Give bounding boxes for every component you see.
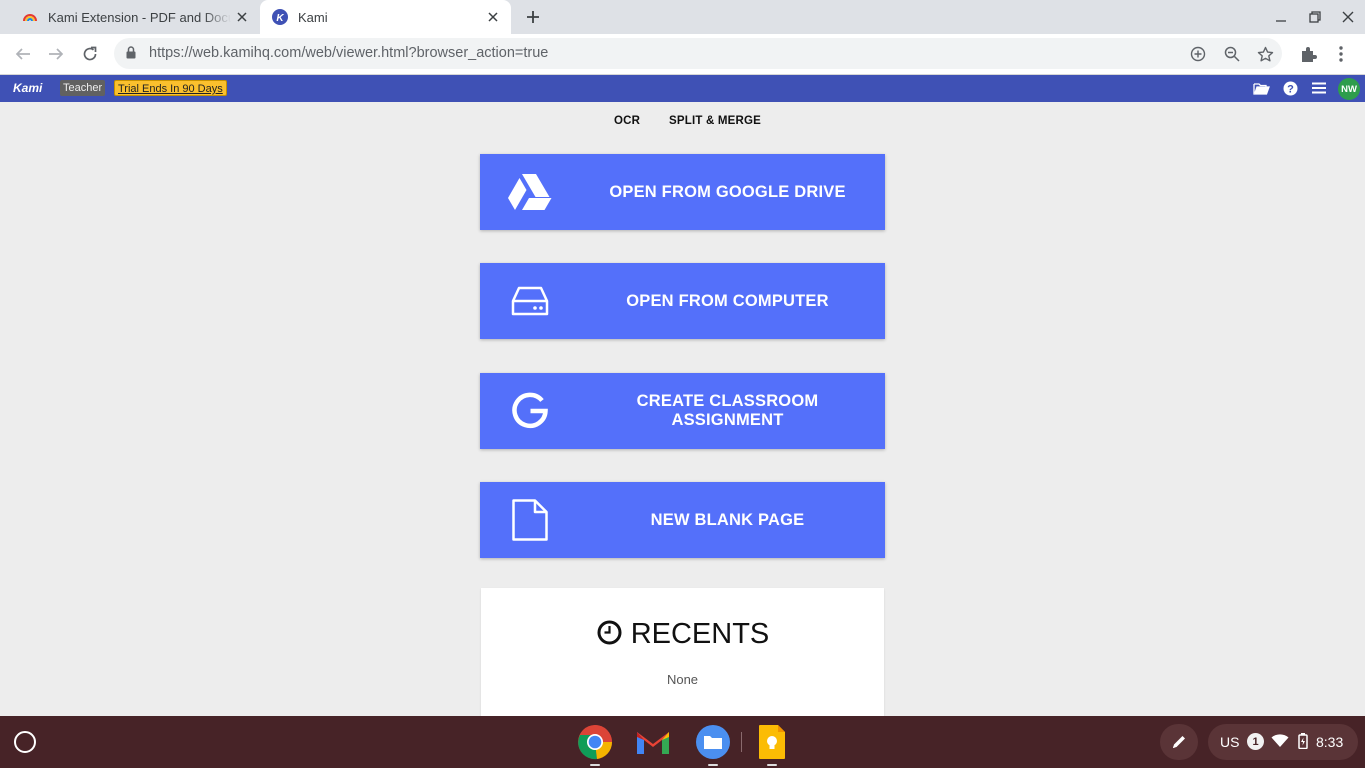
recents-empty-text: None xyxy=(666,672,699,687)
button-label: OPEN FROM GOOGLE DRIVE xyxy=(609,182,846,201)
clock-icon xyxy=(596,619,623,651)
button-label: NEW BLANK PAGE xyxy=(650,510,805,529)
browser-tab-strip: Kami Extension - PDF and Document Annota… xyxy=(0,0,1365,34)
kami-logo[interactable]: Kami xyxy=(13,81,42,95)
battery-icon xyxy=(1298,733,1308,752)
hamburger-menu-icon[interactable] xyxy=(1310,79,1328,97)
tab-kami[interactable]: K Kami xyxy=(260,0,511,34)
notification-count-badge: 1 xyxy=(1247,733,1264,750)
open-from-google-drive-button[interactable]: OPEN FROM GOOGLE DRIVE xyxy=(480,154,885,230)
svg-text:?: ? xyxy=(1287,83,1294,95)
shelf-divider xyxy=(741,732,742,752)
folder-open-icon[interactable] xyxy=(1252,79,1270,97)
running-indicator xyxy=(767,764,777,766)
clock-time: 8:33 xyxy=(1316,734,1344,750)
kami-k-icon: K xyxy=(272,9,288,25)
launcher-icon[interactable] xyxy=(14,731,36,753)
gmail-icon[interactable] xyxy=(635,724,671,760)
google-g-icon xyxy=(508,390,552,432)
forward-icon[interactable] xyxy=(45,43,67,65)
bookmark-star-icon[interactable] xyxy=(1256,45,1274,63)
tab-kami-extension[interactable]: Kami Extension - PDF and Document Annota… xyxy=(10,0,260,34)
input-method: US xyxy=(1220,734,1240,750)
address-bar[interactable]: https://web.kamihq.com/web/viewer.html?b… xyxy=(114,38,1282,69)
new-blank-page-button[interactable]: NEW BLANK PAGE xyxy=(480,482,885,558)
zoom-out-icon[interactable] xyxy=(1223,45,1241,63)
tab-title: Kami xyxy=(298,9,328,25)
minimize-icon[interactable] xyxy=(1272,8,1290,26)
recents-panel: RECENTS None xyxy=(481,588,884,728)
recents-title: RECENTS xyxy=(630,618,770,650)
back-icon[interactable] xyxy=(12,43,34,65)
button-label: OPEN FROM COMPUTER xyxy=(626,291,829,310)
keep-icon[interactable] xyxy=(754,724,790,766)
restore-icon[interactable] xyxy=(1306,8,1324,26)
ocr-link[interactable]: OCR xyxy=(614,115,640,127)
kami-header: Kami Teacher Trial Ends In 90 Days ? NW xyxy=(0,75,1365,102)
kami-rainbow-icon xyxy=(22,9,38,25)
files-icon[interactable] xyxy=(695,724,731,766)
browser-toolbar: https://web.kamihq.com/web/viewer.html?b… xyxy=(0,34,1365,75)
recents-header: RECENTS xyxy=(481,618,884,651)
close-window-icon[interactable] xyxy=(1339,8,1357,26)
split-merge-link[interactable]: SPLIT & MERGE xyxy=(669,115,761,127)
status-tray[interactable]: US 1 8:33 xyxy=(1208,724,1358,760)
google-drive-icon xyxy=(508,171,552,213)
wifi-icon xyxy=(1271,734,1289,751)
url-path: /web/viewer.html?browser_action=true xyxy=(301,45,549,61)
create-classroom-assignment-button[interactable]: CREATE CLASSROOM ASSIGNMENT xyxy=(480,373,885,449)
close-tab-icon[interactable] xyxy=(485,9,501,25)
hard-drive-icon xyxy=(508,280,552,322)
trial-badge[interactable]: Trial Ends In 90 Days xyxy=(114,80,227,96)
url-domain: https://web.kamihq.com xyxy=(149,45,302,61)
chrome-icon[interactable] xyxy=(577,724,613,766)
running-indicator xyxy=(708,764,718,766)
install-app-icon[interactable] xyxy=(1189,45,1207,63)
svg-text:K: K xyxy=(276,13,284,24)
tab-title: Kami Extension - PDF and Document Annota… xyxy=(48,9,231,25)
help-icon[interactable]: ? xyxy=(1281,79,1299,97)
os-shelf: US 1 8:33 xyxy=(0,716,1365,768)
extensions-icon[interactable] xyxy=(1297,43,1319,65)
open-from-computer-button[interactable]: OPEN FROM COMPUTER xyxy=(480,263,885,339)
running-indicator xyxy=(590,764,600,766)
new-tab-icon[interactable] xyxy=(522,6,544,28)
close-tab-icon[interactable] xyxy=(234,9,250,25)
lock-icon[interactable] xyxy=(126,46,136,64)
reload-icon[interactable] xyxy=(79,43,101,65)
stylus-tools-button[interactable] xyxy=(1160,724,1198,760)
url-text[interactable]: https://web.kamihq.com/web/viewer.html?b… xyxy=(149,45,548,61)
more-menu-icon[interactable] xyxy=(1330,43,1352,65)
avatar[interactable]: NW xyxy=(1338,78,1360,100)
button-label: CREATE CLASSROOM ASSIGNMENT xyxy=(636,392,819,429)
role-badge: Teacher xyxy=(60,80,106,96)
blank-page-icon xyxy=(508,499,552,541)
